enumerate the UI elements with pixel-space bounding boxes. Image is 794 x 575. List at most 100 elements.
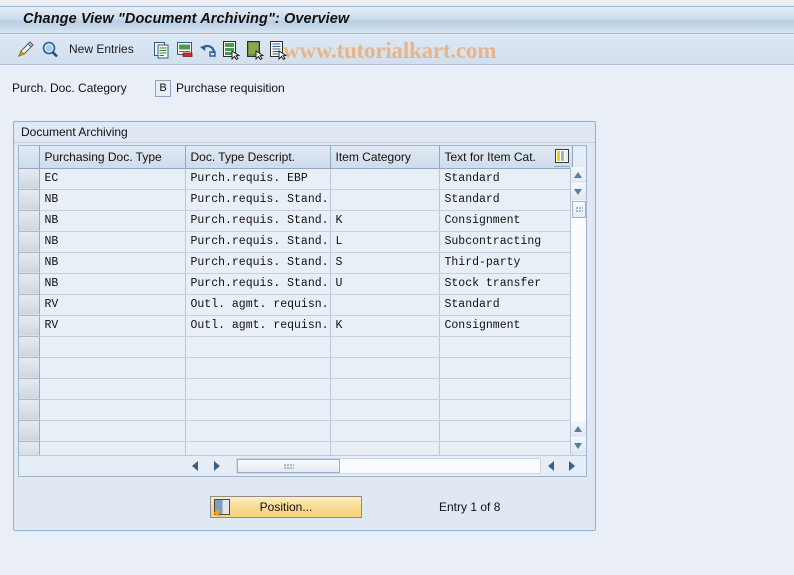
cell-descript[interactable]: Purch.requis. Stand. [185,273,331,295]
hscroll-page-left-button[interactable] [543,458,559,474]
row-selector-cell[interactable] [19,357,40,379]
table-row[interactable] [19,420,573,442]
table-row[interactable]: NB Purch.requis. Stand. Standard [19,189,573,211]
table-row[interactable]: NB Purch.requis. Stand. S Third-party [19,252,573,274]
cell-item_cat_text[interactable] [439,357,573,379]
change-display-icon[interactable] [16,40,36,60]
cell-item_category[interactable] [330,336,440,358]
undo-icon[interactable] [198,40,218,60]
cell-item_cat_text[interactable]: Consignment [439,315,573,337]
cell-doc_type[interactable]: EC [39,168,186,190]
row-selector-cell[interactable] [19,315,40,337]
cell-doc_type[interactable]: NB [39,210,186,232]
scroll-page-up-button[interactable] [571,421,586,437]
delete-icon[interactable] [175,40,195,60]
row-selector-cell[interactable] [19,189,40,211]
copy-icon[interactable] [152,40,172,60]
cell-doc_type[interactable]: NB [39,231,186,253]
cell-item_cat_text[interactable] [439,420,573,442]
cell-item_category[interactable] [330,378,440,400]
scroll-up-button[interactable] [571,167,586,183]
vertical-scroll-thumb[interactable] [572,201,586,218]
cell-item_cat_text[interactable]: Stock transfer [439,273,573,295]
row-selector-cell[interactable] [19,336,40,358]
cell-item_cat_text[interactable] [439,378,573,400]
new-entries-button[interactable]: New Entries [69,42,134,56]
column-header-item-category[interactable]: Item Category [330,146,440,169]
variant-icon[interactable] [268,40,288,60]
cell-item_category[interactable]: U [330,273,440,295]
column-header-text-for-item-cat[interactable]: Text for Item Cat. [439,146,573,169]
cell-doc_type[interactable]: NB [39,273,186,295]
table-settings-button[interactable] [554,146,570,167]
hscroll-left-button[interactable] [187,458,203,474]
cell-item_cat_text[interactable]: Standard [439,168,573,190]
cell-descript[interactable] [185,399,331,421]
hscroll-right-button[interactable] [209,458,225,474]
table-row[interactable]: NB Purch.requis. Stand. L Subcontracting [19,231,573,253]
table-row[interactable]: NB Purch.requis. Stand. K Consignment [19,210,573,232]
cell-item_cat_text[interactable]: Standard [439,294,573,316]
hscroll-page-right-button[interactable] [564,458,580,474]
cell-descript[interactable]: Outl. agmt. requisn. [185,294,331,316]
row-selector-cell[interactable] [19,168,40,190]
cell-item_category[interactable] [330,420,440,442]
row-selector-cell[interactable] [19,252,40,274]
column-header-purchasing-doc-type[interactable]: Purchasing Doc. Type [39,146,186,169]
cell-item_category[interactable]: K [330,210,440,232]
deselect-all-icon[interactable] [245,40,265,60]
table-row[interactable]: NB Purch.requis. Stand. U Stock transfer [19,273,573,295]
cell-descript[interactable]: Purch.requis. EBP [185,168,331,190]
select-all-column-header[interactable] [19,146,40,169]
row-selector-cell[interactable] [19,210,40,232]
cell-doc_type[interactable]: RV [39,294,186,316]
table-row[interactable]: RV Outl. agmt. requisn. K Consignment [19,315,573,337]
cell-descript[interactable] [185,336,331,358]
cell-doc_type[interactable] [39,420,186,442]
cell-item_category[interactable] [330,294,440,316]
cell-descript[interactable] [185,357,331,379]
row-selector-cell[interactable] [19,294,40,316]
select-all-icon[interactable] [221,40,241,60]
cell-descript[interactable]: Outl. agmt. requisn. [185,315,331,337]
cell-doc_type[interactable] [39,357,186,379]
column-header-doc-type-descript[interactable]: Doc. Type Descript. [185,146,331,169]
horizontal-scroll-thumb[interactable] [237,459,340,473]
cell-item_category[interactable]: S [330,252,440,274]
cell-item_cat_text[interactable]: Third-party [439,252,573,274]
cell-doc_type[interactable] [39,399,186,421]
cell-item_category[interactable] [330,399,440,421]
cell-item_cat_text[interactable]: Subcontracting [439,231,573,253]
cell-item_category[interactable] [330,189,440,211]
cell-item_cat_text[interactable]: Consignment [439,210,573,232]
hscroll-track[interactable] [236,458,541,474]
cell-item_cat_text[interactable] [439,399,573,421]
cell-descript[interactable] [185,378,331,400]
cell-descript[interactable]: Purch.requis. Stand. [185,231,331,253]
row-selector-cell[interactable] [19,399,40,421]
row-selector-cell[interactable] [19,273,40,295]
table-row[interactable] [19,336,573,358]
cell-descript[interactable]: Purch.requis. Stand. [185,252,331,274]
cell-descript[interactable]: Purch.requis. Stand. [185,210,331,232]
cell-item_category[interactable] [330,168,440,190]
cell-descript[interactable] [185,420,331,442]
table-row[interactable] [19,378,573,400]
cell-item_cat_text[interactable] [439,336,573,358]
cell-item_category[interactable]: K [330,315,440,337]
cell-doc_type[interactable]: NB [39,189,186,211]
table-row[interactable]: EC Purch.requis. EBP Standard [19,168,573,190]
cell-item_category[interactable] [330,357,440,379]
cell-doc_type[interactable]: RV [39,315,186,337]
table-row[interactable] [19,357,573,379]
cell-doc_type[interactable]: NB [39,252,186,274]
table-row[interactable]: RV Outl. agmt. requisn. Standard [19,294,573,316]
row-selector-cell[interactable] [19,378,40,400]
cell-item_cat_text[interactable]: Standard [439,189,573,211]
table-horizontal-scrollbar[interactable] [19,455,586,476]
position-button[interactable]: Position... [210,496,362,518]
scroll-page-down-button[interactable] [571,438,586,454]
scroll-down-button[interactable] [571,184,586,200]
display-search-icon[interactable] [40,40,60,60]
row-selector-cell[interactable] [19,231,40,253]
